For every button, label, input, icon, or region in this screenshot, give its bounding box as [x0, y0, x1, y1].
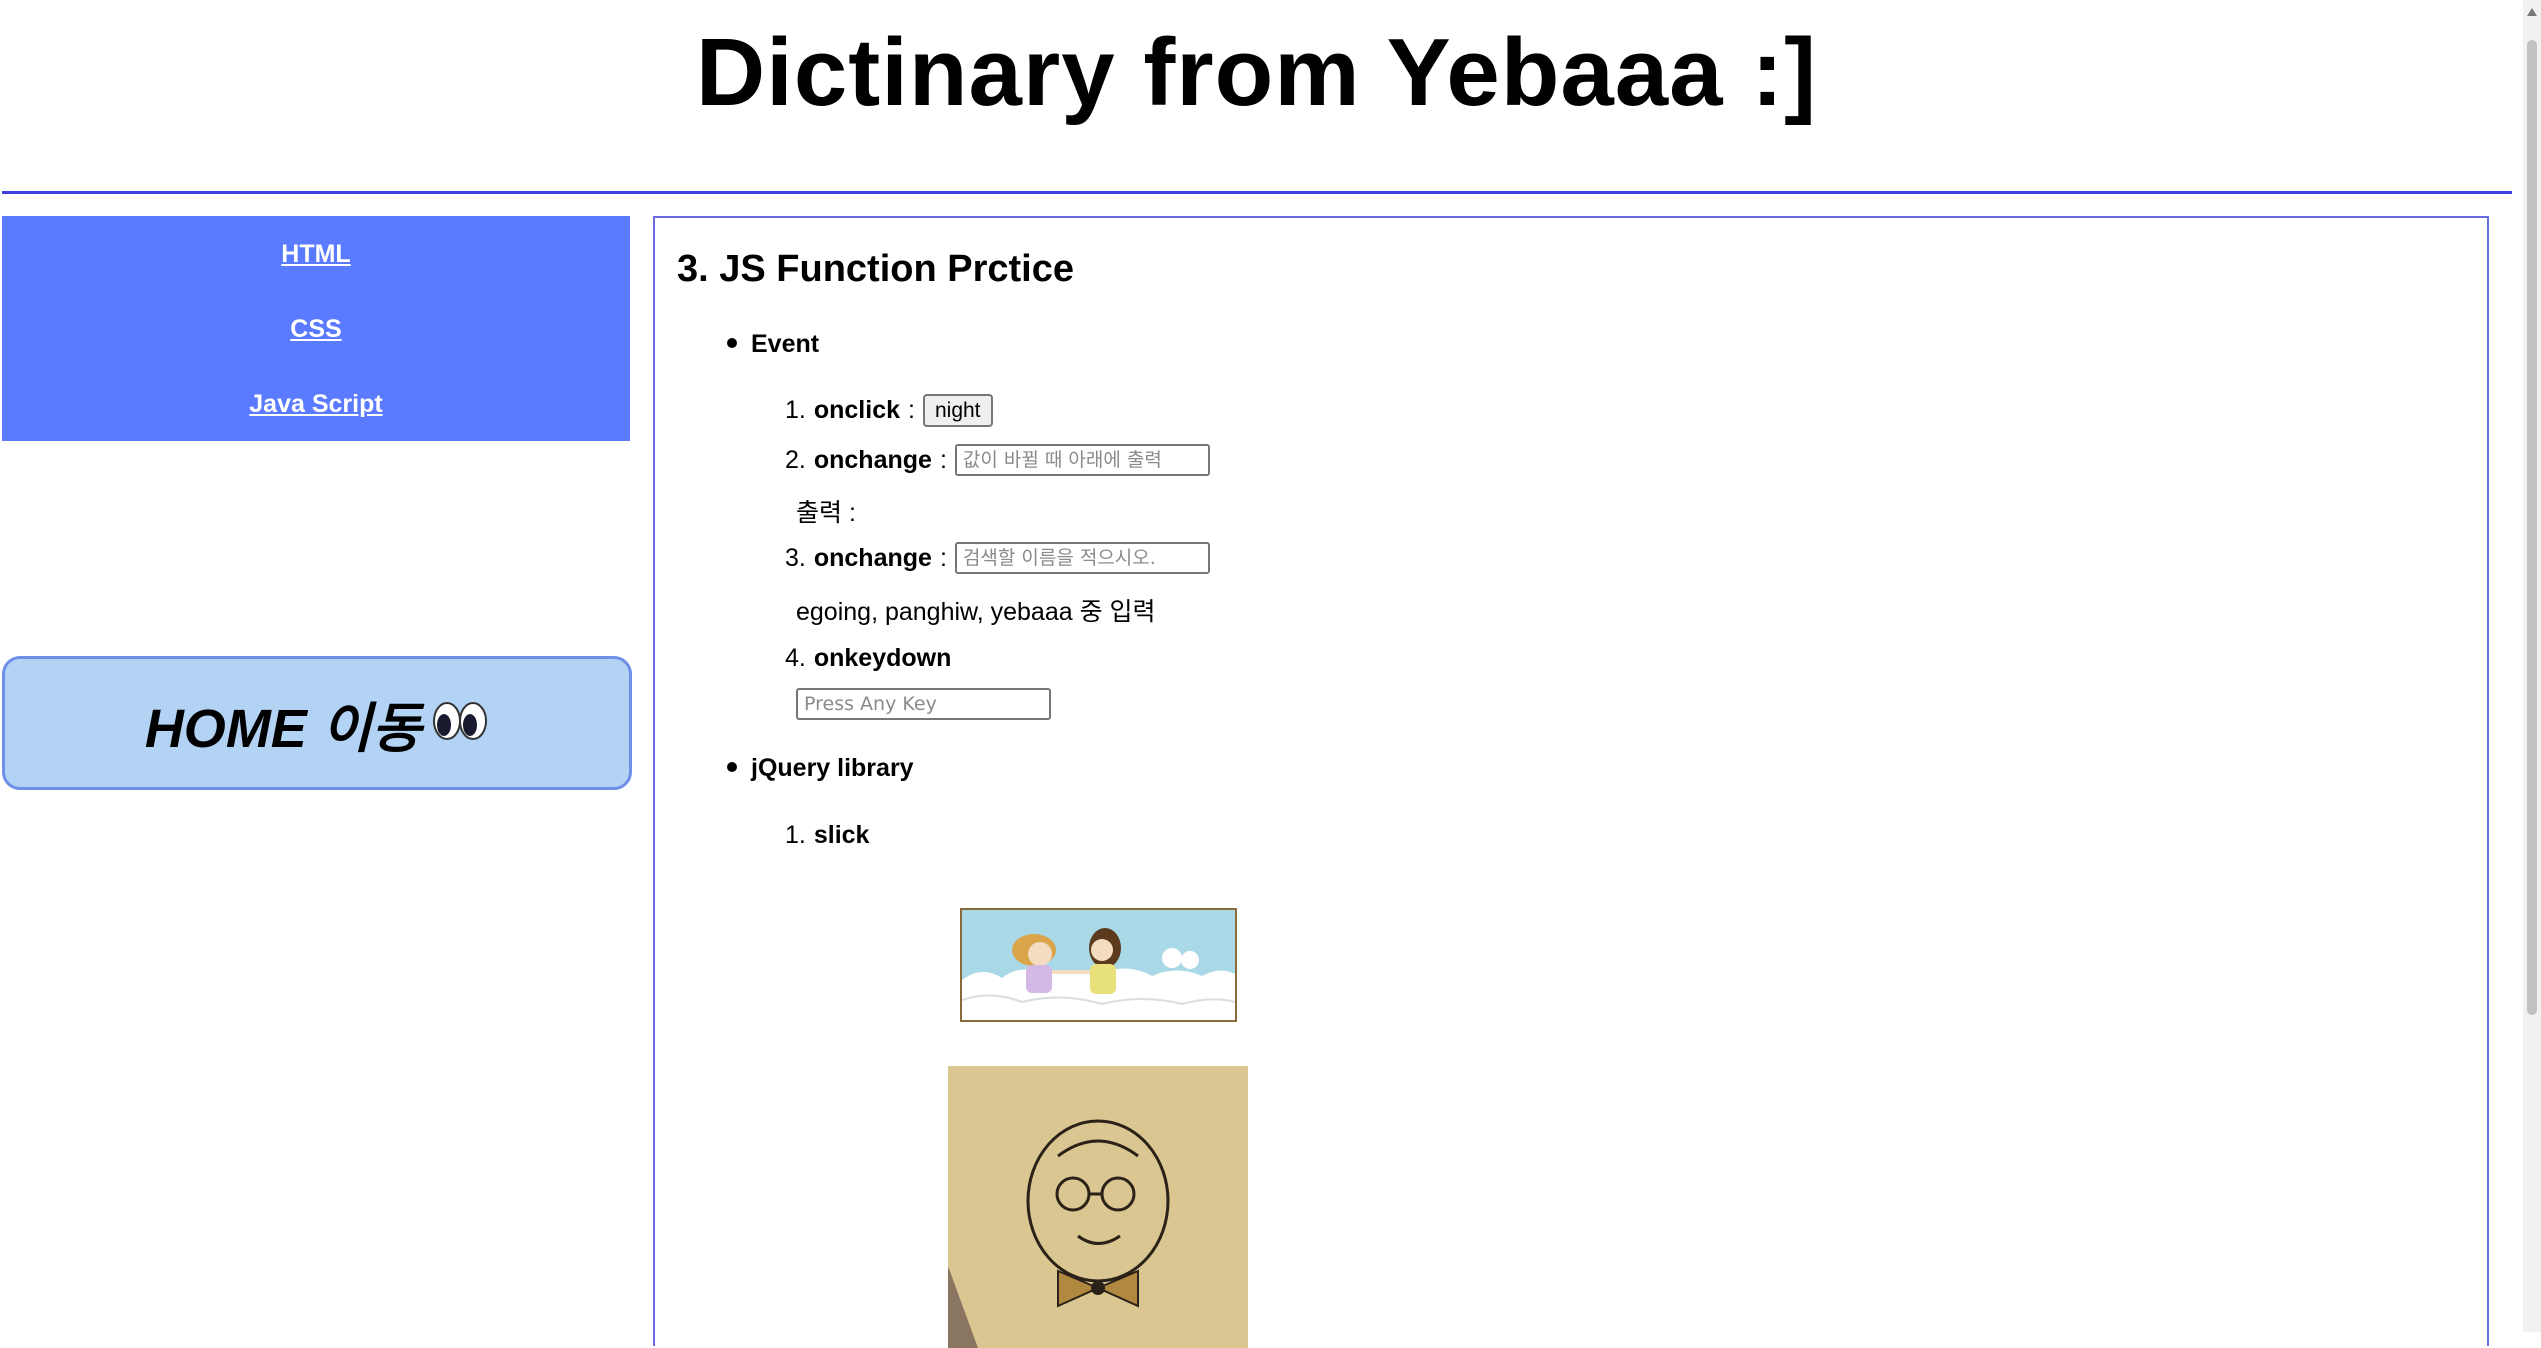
nav-link-javascript[interactable]: Java Script: [2, 390, 630, 419]
eyes-icon: [431, 699, 489, 748]
names-hint: egoing, panghiw, yebaaa 중 입력: [796, 598, 1156, 626]
header-divider: [2, 191, 2512, 194]
keydown-input[interactable]: [796, 688, 1051, 720]
list-item-onclick: 1. onclick : night: [785, 390, 993, 430]
header: Dictinary from Yebaaa :]: [0, 0, 2513, 190]
section-title: 3. JS Function Prctice: [677, 248, 1074, 290]
search-name-input[interactable]: [954, 542, 1210, 574]
event-heading: Event: [727, 330, 819, 359]
list-item-slick: 1. slick: [785, 820, 870, 849]
list-item-onchange-search: 3. onchange :: [785, 538, 1210, 578]
onchange-input[interactable]: [954, 444, 1210, 476]
scroll-up-arrow-icon[interactable]: [2527, 8, 2537, 16]
slide-image-doodle: [948, 1066, 1248, 1348]
content-panel: 3. JS Function Prctice Event 1. onclick …: [653, 216, 2489, 1348]
slide-image-clouds: [960, 908, 1237, 1022]
home-button-label: HOME 이동: [144, 698, 422, 759]
page-scrollbar[interactable]: [2523, 0, 2541, 1332]
home-button[interactable]: HOME 이동: [2, 656, 632, 790]
nav-link-css[interactable]: CSS: [2, 315, 630, 344]
bullet-icon: [727, 762, 737, 773]
bullet-icon: [727, 338, 737, 349]
list-item-onkeydown: 4. onkeydown: [785, 643, 952, 672]
nav-link-html[interactable]: HTML: [2, 240, 630, 269]
list-item-onchange-output: 2. onchange :: [785, 440, 1210, 480]
site-title: Dictinary from Yebaaa :]: [695, 19, 1818, 126]
scrollbar-thumb[interactable]: [2527, 40, 2537, 1015]
sidebar-nav: HTML CSS Java Script: [2, 216, 630, 441]
jquery-heading: jQuery library: [727, 754, 914, 783]
night-button[interactable]: night: [922, 393, 993, 427]
output-label: 출력 :: [796, 499, 856, 527]
